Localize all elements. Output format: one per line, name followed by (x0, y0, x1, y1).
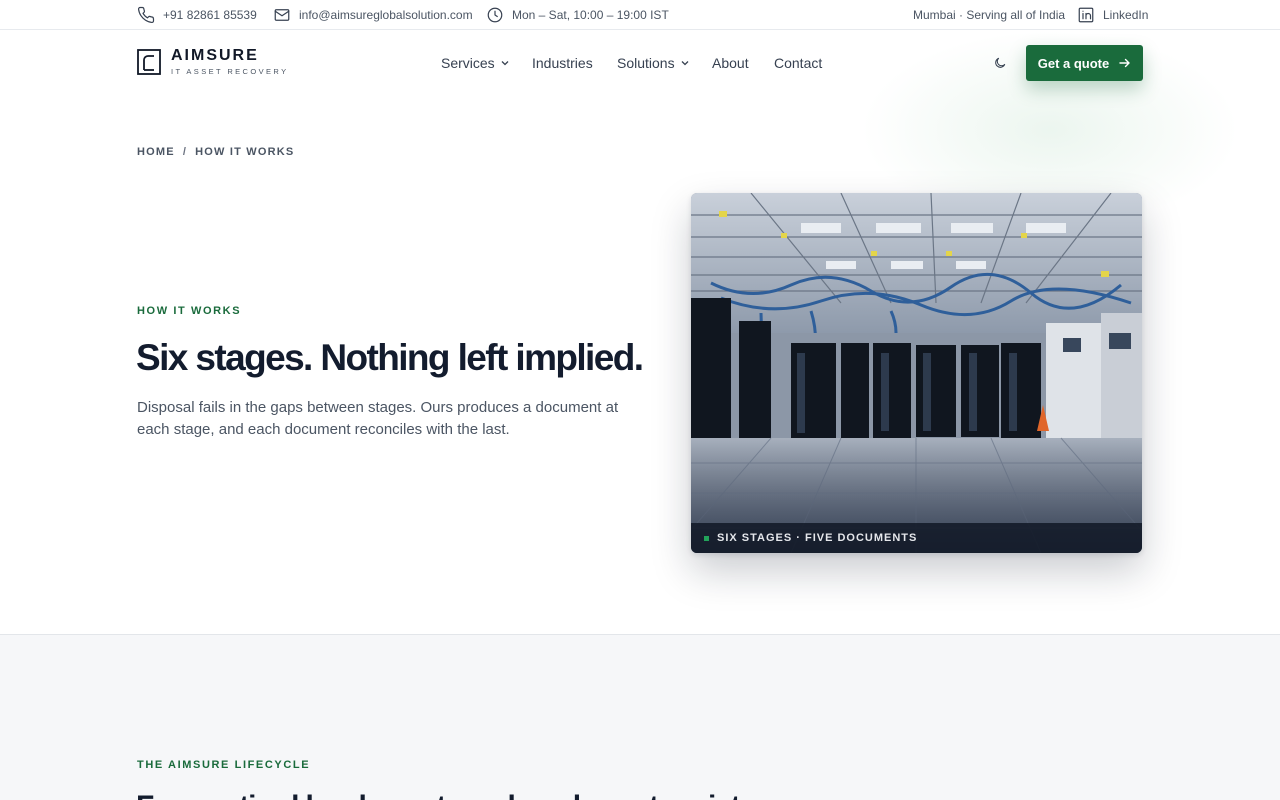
nav-item-label: Contact (774, 55, 823, 71)
arrow-right-icon (1119, 58, 1130, 68)
linkedin-icon (1077, 6, 1095, 24)
site-header: AIMSURE IT ASSET RECOVERY Services Indus… (0, 31, 1280, 95)
get-quote-button[interactable]: Get a quote (1026, 45, 1143, 81)
nav-item-services[interactable]: Services (441, 31, 510, 95)
hero-lead-text: Disposal fails in the gaps between stage… (137, 399, 619, 438)
page-title: Six stages. Nothing left implied. (136, 337, 644, 378)
nav-item-label: About (712, 55, 749, 71)
hero-eyebrow: HOW IT WORKS (137, 305, 242, 317)
phone-icon (137, 6, 155, 24)
image-caption-bar: SIX STAGES · FIVE DOCUMENTS (691, 523, 1142, 553)
nav-item-label: Solutions (617, 55, 675, 71)
brand-name: AIMSURE (171, 47, 259, 64)
topbar-email-text: info@aimsureglobalsolution.com (299, 8, 473, 22)
topbar-hours: Mon – Sat, 10:00 – 19:00 IST (486, 0, 669, 30)
breadcrumb-home-link[interactable]: HOME (137, 146, 175, 158)
topbar-hours-text: Mon – Sat, 10:00 – 19:00 IST (512, 8, 669, 22)
top-utility-bar: +91 82861 85539 info@aimsureglobalsoluti… (0, 0, 1280, 30)
topbar-phone[interactable]: +91 82861 85539 (137, 0, 257, 30)
topbar-location-text: Mumbai · Serving all of India (913, 8, 1066, 22)
brand-logo[interactable]: AIMSURE IT ASSET RECOVERY (137, 48, 289, 76)
chevron-down-icon (680, 58, 690, 68)
lifecycle-eyebrow: THE AIMSURE LIFECYCLE (137, 759, 311, 771)
mail-icon (273, 6, 291, 24)
caption-dot-icon (704, 535, 709, 541)
clock-icon (486, 6, 504, 24)
topbar-location: Mumbai · Serving all of India (913, 0, 1065, 30)
lifecycle-section: THE AIMSURE LIFECYCLE From retired hardw… (0, 634, 1280, 800)
nav-item-contact[interactable]: Contact (774, 31, 822, 95)
moon-icon (995, 57, 1006, 68)
data-center-image (691, 193, 1142, 553)
logo-mark-icon (137, 49, 161, 75)
topbar-linkedin-link[interactable]: LinkedIn (1077, 0, 1148, 30)
chevron-down-icon (500, 58, 510, 68)
lifecycle-title: From retired hardware to a closed asset … (136, 787, 767, 800)
brand-wordmark: AIMSURE IT ASSET RECOVERY (171, 48, 289, 76)
nav-item-label: Industries (532, 55, 593, 71)
cta-label: Get a quote (1037, 55, 1110, 71)
hero-image-card: SIX STAGES · FIVE DOCUMENTS (691, 193, 1142, 553)
nav-item-solutions[interactable]: Solutions (617, 31, 690, 95)
nav-item-industries[interactable]: Industries (532, 31, 593, 95)
topbar-email[interactable]: info@aimsureglobalsolution.com (273, 0, 473, 30)
topbar-linkedin-text: LinkedIn (1103, 8, 1149, 22)
theme-toggle-button[interactable] (991, 54, 1009, 72)
image-caption-text: SIX STAGES · FIVE DOCUMENTS (717, 532, 918, 544)
breadcrumb-current: HOW IT WORKS (195, 146, 295, 158)
brand-tagline: IT ASSET RECOVERY (171, 67, 289, 76)
nav-item-label: Services (441, 55, 495, 71)
breadcrumb-separator: / (182, 146, 188, 158)
breadcrumb: HOME / HOW IT WORKS (137, 146, 294, 158)
topbar-phone-text: +91 82861 85539 (163, 8, 257, 22)
nav-item-about[interactable]: About (712, 31, 749, 95)
